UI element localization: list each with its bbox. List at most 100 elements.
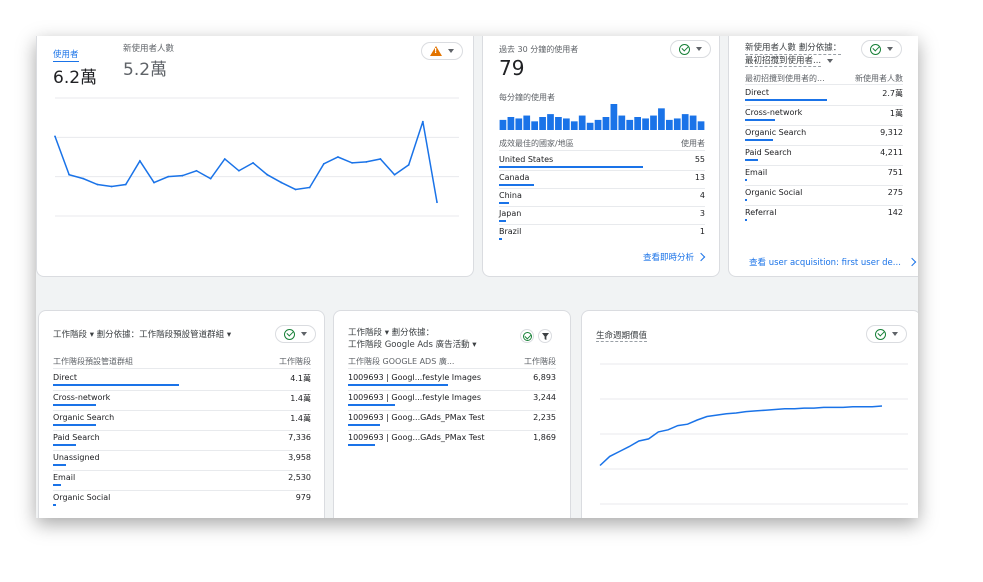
table-row[interactable]: United States 55 [499,155,705,164]
ads-metric-header: 工作階段 [524,357,556,366]
table-row[interactable]: China 4 [499,191,705,200]
row-value: 2.7萬 [882,89,903,98]
row-value: 1.4萬 [290,414,311,423]
row-proportion-bar [745,139,773,141]
per-minute-bar [547,114,554,130]
ads-title[interactable]: 工作階段 ▾ 劃分依據： 工作階段 Google Ads 廣告活動 ▾ [348,327,477,351]
sessions-title[interactable]: 工作階段 ▾ 劃分依據：工作階段預設管道群組 ▾ [53,328,231,340]
per-minute-bar [634,117,642,130]
row-label: Email [745,168,768,177]
users-data-point [223,158,226,160]
users-data-point [209,177,212,180]
table-row[interactable]: Direct 4.1萬 [53,373,311,384]
sessions-metric-header: 工作階段 [279,357,311,366]
row-value: 4,211 [880,148,903,157]
users-data-point [153,181,155,184]
table-row[interactable]: Cross-network 1.4萬 [53,393,311,404]
sessions-status-button[interactable] [275,325,316,343]
realtime-status-button[interactable] [670,40,711,58]
table-row[interactable]: Paid Search 4,211 [745,148,903,157]
table-row[interactable]: Organic Search 9,312 [745,128,903,137]
row-divider [745,125,903,126]
per-minute-bar [586,122,594,130]
row-proportion-bar [348,384,448,386]
row-label: Cross-network [53,393,111,402]
row-label: 1009693 | Goog...GAds_PMax Test [348,433,485,442]
chevron-down-icon [887,47,893,51]
row-value: 4 [699,191,705,200]
row-label: Organic Search [745,128,807,137]
table-row[interactable]: Canada 13 [499,173,705,182]
table-row[interactable]: Paid Search 7,336 [53,433,311,442]
table-row[interactable]: Referral 142 [745,208,903,217]
users-overview-card: 使用者 6.2萬 新使用者人數 5.2萬 [36,36,474,277]
acquisition-title[interactable]: 新使用者人數 劃分依據： 最初招攬到使用者... [745,42,842,67]
table-row[interactable]: Organic Social 275 [745,188,903,197]
users-data-point [68,173,71,176]
check-circle-icon [284,328,295,340]
row-value: 142 [887,208,903,217]
row-proportion-bar [745,119,776,121]
arrow-right-icon [907,257,917,267]
users-data-point [266,173,269,176]
table-row[interactable]: Email 2,530 [53,473,311,482]
table-row[interactable]: Japan 3 [499,209,705,218]
acq-dimension-header: 最初招攬到使用者的... [745,74,825,83]
ads-status-button[interactable] [520,329,534,343]
row-proportion-bar [499,220,507,222]
row-value: 1萬 [889,109,903,118]
table-row[interactable]: 1009693 | Goog...GAds_PMax Test 2,235 [348,413,556,422]
acquisition-status-button[interactable] [861,40,902,58]
view-realtime-link[interactable]: 查看即時分析 [643,251,706,263]
row-value: 2,530 [288,473,311,482]
check-circle-icon [679,43,690,55]
row-proportion-bar [53,504,56,506]
row-proportion-bar [53,484,61,486]
users-data-point [252,162,254,164]
per-minute-bar [642,118,649,130]
users-data-point [322,162,325,165]
ads-title-line1: 工作階段 ▾ 劃分依據： [348,328,435,338]
row-label: 1009693 | Googl...festyle Images [348,393,482,402]
row-label: Direct [53,373,77,382]
row-proportion-bar [499,238,502,240]
row-proportion-bar [499,184,534,186]
per-minute-bar [594,119,602,130]
per-minute-bar-chart [499,104,705,130]
users-data-point [280,181,283,184]
row-proportion-bar [53,404,96,406]
table-row[interactable]: Email 751 [745,168,903,177]
row-divider [499,224,705,225]
table-row[interactable]: Organic Social 979 [53,493,311,502]
row-divider [499,206,705,207]
table-row[interactable]: 1009693 | Googl...festyle Images 6,893 [348,373,556,382]
table-row[interactable]: Direct 2.7萬 [745,88,903,99]
table-row[interactable]: Unassigned 3,958 [53,453,311,462]
row-label: Organic Social [53,493,111,502]
row-value: 13 [694,173,705,182]
users-column-header: 使用者 [681,139,705,148]
ltv-series-line [599,405,883,467]
per-minute-bar [689,115,697,130]
view-user-acquisition-link[interactable]: 查看 user acquisition: first user de... [749,256,917,268]
row-divider [348,410,556,411]
table-row[interactable]: Brazil 1 [499,227,705,236]
table-row[interactable]: 1009693 | Goog...GAds_PMax Test 1,869 [348,433,556,442]
filter-button[interactable] [538,329,552,343]
per-minute-bar [539,117,546,130]
row-value: 55 [694,155,705,164]
table-row[interactable]: 1009693 | Googl...festyle Images 3,244 [348,393,556,402]
acquisition-title-line2: 最初招攬到使用者... [745,56,822,67]
row-value: 751 [887,168,903,177]
row-label: Paid Search [53,433,100,442]
users-data-point [54,135,56,138]
row-value: 3,244 [533,393,556,402]
row-value: 3 [699,209,705,218]
ads-title-line2: 工作階段 Google Ads 廣告活動 ▾ [348,340,477,350]
row-label: Referral [745,208,777,217]
table-row[interactable]: Cross-network 1萬 [745,108,903,119]
users-data-point [82,177,85,180]
table-row[interactable]: Organic Search 1.4萬 [53,413,311,424]
row-label: Organic Search [53,413,115,422]
per-minute-bar [658,108,665,130]
